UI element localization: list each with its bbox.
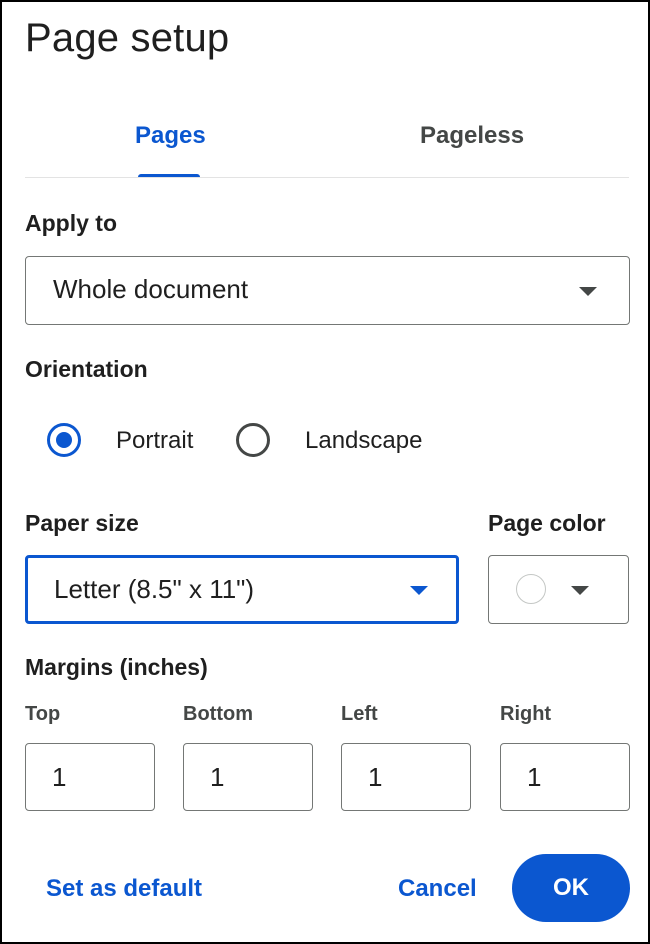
page-setup-dialog: Page setup Pages Pageless Apply to Whole… bbox=[0, 0, 650, 944]
portrait-radio-label[interactable]: Portrait bbox=[116, 427, 193, 455]
chevron-down-icon bbox=[410, 586, 428, 595]
orientation-label: Orientation bbox=[25, 356, 148, 382]
set-as-default-button[interactable]: Set as default bbox=[46, 875, 202, 903]
tab-bar: Pages Pageless bbox=[25, 102, 629, 178]
ok-button[interactable]: OK bbox=[512, 854, 630, 922]
margin-top-input[interactable] bbox=[25, 743, 155, 811]
cancel-button[interactable]: Cancel bbox=[398, 875, 477, 903]
color-swatch-icon bbox=[516, 574, 546, 604]
margin-bottom-label: Bottom bbox=[183, 703, 253, 725]
tab-divider bbox=[25, 177, 629, 178]
paper-size-value: Letter (8.5" x 11") bbox=[54, 574, 255, 604]
landscape-radio[interactable] bbox=[236, 423, 270, 457]
page-color-select[interactable] bbox=[488, 555, 629, 624]
margin-right-input[interactable] bbox=[500, 743, 630, 811]
tab-pages[interactable]: Pages bbox=[135, 122, 206, 150]
paper-size-label: Paper size bbox=[25, 510, 139, 536]
apply-to-value: Whole document bbox=[53, 274, 249, 304]
dialog-title: Page setup bbox=[25, 16, 230, 60]
margins-label: Margins (inches) bbox=[25, 654, 208, 680]
page-color-label: Page color bbox=[488, 510, 606, 536]
landscape-radio-label[interactable]: Landscape bbox=[305, 427, 422, 455]
tab-pageless[interactable]: Pageless bbox=[420, 122, 524, 150]
margin-top-label: Top bbox=[25, 703, 61, 725]
margin-left-input[interactable] bbox=[341, 743, 471, 811]
apply-to-label: Apply to bbox=[25, 210, 117, 236]
chevron-down-icon bbox=[571, 586, 589, 595]
margin-left-label: Left bbox=[341, 703, 378, 725]
portrait-radio[interactable] bbox=[47, 423, 81, 457]
margin-bottom-input[interactable] bbox=[183, 743, 313, 811]
apply-to-select[interactable]: Whole document bbox=[25, 256, 630, 325]
paper-size-select[interactable]: Letter (8.5" x 11") bbox=[25, 555, 459, 624]
chevron-down-icon bbox=[579, 287, 597, 296]
margin-right-label: Right bbox=[500, 703, 552, 725]
